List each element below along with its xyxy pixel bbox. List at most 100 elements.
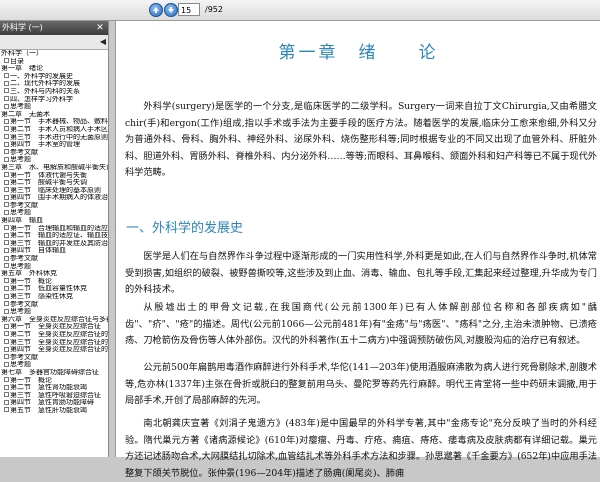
bookmark-item[interactable]: 第一节 概论 — [1, 377, 108, 385]
sidebar-toolbar: ◀ — [0, 35, 108, 50]
bookmark-label: 参考文献 — [10, 148, 38, 156]
bookmark-label: 第四节 围手术期病人的体液治疗 — [10, 194, 108, 202]
bookmark-item[interactable]: 第一节 手术器械、物品、敷料 — [1, 118, 108, 126]
bookmark-item[interactable]: 思考题 — [1, 308, 108, 316]
bookmark-page-icon — [4, 301, 9, 307]
bookmark-item[interactable]: 思考题 — [1, 156, 108, 164]
bookmark-item[interactable]: 一、外科学的发展史 — [1, 73, 108, 81]
bookmark-label: 第一章 绪论 — [1, 65, 43, 73]
bookmark-item[interactable]: 第七章 多器官功能障碍综合征 — [1, 369, 108, 377]
bookmark-item[interactable]: 第六章 全身炎症反应综合征与多器官 — [1, 316, 108, 324]
bookmark-item[interactable]: 第三章 水、电解质和酸碱平衡失调 — [1, 164, 108, 172]
collapse-sidebar-icon[interactable]: ◀ — [100, 37, 106, 47]
bookmark-item[interactable]: 第四节 手术室的管理 — [1, 141, 108, 149]
bookmark-item[interactable]: 第三节 临床处理的基本原则 — [1, 187, 108, 195]
bookmark-item[interactable]: 第四节 急性胃肠功能障碍 — [1, 399, 108, 407]
bookmark-item[interactable]: 外科学（一） — [1, 50, 108, 58]
bookmark-label: 第五节 急性肝功能衰竭 — [10, 406, 87, 414]
next-page-button[interactable] — [164, 3, 178, 17]
document-viewport: 第一章 绪 论 外科学(surgery)是医学的一个分支,是临床医学的二级学科。… — [109, 21, 600, 479]
bookmark-page-icon — [4, 278, 9, 284]
bookmark-page-icon — [4, 156, 9, 162]
body-paragraph: 从殷墟出土的甲骨文记载,在我国商代(公元前1300年)已有人体解剖部位名称和各部… — [125, 302, 597, 347]
bookmark-item[interactable]: 第四节 围手术期病人的体液治疗 — [1, 194, 108, 202]
bookmark-item[interactable]: 第三节 全身炎症反应综合征的 — [1, 339, 108, 347]
bookmark-item[interactable]: 参考文献 — [1, 202, 108, 210]
bookmark-item[interactable]: 第五章 外科休克 — [1, 270, 108, 278]
bookmark-item[interactable]: 第二节 低血容量性休克 — [1, 285, 108, 293]
bookmark-item[interactable]: 参考文献 — [1, 354, 108, 362]
bookmark-page-icon — [4, 80, 9, 86]
bookmark-item[interactable]: 第二节 急性肾功能衰竭 — [1, 384, 108, 392]
bookmark-label: 第三节 感染性休克 — [10, 293, 73, 300]
bookmark-item[interactable]: 目录 — [1, 58, 108, 66]
bookmark-label: 第四节 急性胃肠功能障碍 — [10, 399, 94, 407]
bookmark-item[interactable]: 第二节 酸碱平衡与失调 — [1, 179, 108, 187]
section-heading: 一、外科学的发展史 — [126, 221, 244, 236]
bookmark-label: 第一节 合理输血和输血的适应证 — [10, 224, 108, 232]
sidebar-header: 外科学 (一) ✕ — [0, 21, 108, 35]
bookmark-item[interactable]: 思考题 — [1, 103, 108, 111]
bookmark-page-icon — [4, 285, 9, 291]
bookmark-label: 第三节 全身炎症反应综合征的 — [10, 338, 108, 346]
bookmark-item[interactable]: 参考文献 — [1, 255, 108, 263]
body-paragraph: 南北朝龚庆宣著《刘涓子鬼遗方》(483年)是中国最早的外科学专著,其中"金疡专论… — [125, 418, 597, 479]
bookmark-item[interactable]: 二、现代外科学的发展 — [1, 80, 108, 88]
bookmark-page-icon — [4, 179, 9, 185]
bookmark-page-icon — [4, 134, 9, 140]
bookmark-item[interactable]: 参考文献 — [1, 301, 108, 309]
bookmark-label: 第二节 全身炎症反应综合征的 — [10, 330, 108, 338]
previous-page-button[interactable] — [149, 3, 163, 17]
document-page: 第一章 绪 论 外科学(surgery)是医学的一个分支,是临床医学的二级学科。… — [115, 21, 600, 479]
bookmark-page-icon — [4, 187, 9, 193]
close-icon[interactable]: ✕ — [95, 23, 105, 33]
bookmark-page-icon — [4, 96, 9, 102]
bookmark-page-icon — [4, 209, 9, 215]
bookmark-tree: 外科学（一） 目录 第一章 绪论 一、外科学的发展史 二、现代外科学的发展 三、外科与内科… — [0, 50, 108, 415]
bookmark-item[interactable]: 第四节 全身炎症反应综合征的 — [1, 346, 108, 354]
bookmark-item[interactable]: 第二章 无菌术 — [1, 111, 108, 119]
bookmark-item[interactable]: 思考题 — [1, 263, 108, 271]
bookmark-item[interactable]: 第一节 合理输血和输血的适应证 — [1, 225, 108, 233]
bookmark-label: 一、外科学的发展史 — [10, 72, 73, 80]
bookmark-item[interactable]: 第三节 急性呼吸窘迫综合征 — [1, 392, 108, 400]
bookmark-item[interactable]: 四、怎样学习外科学 — [1, 96, 108, 104]
bookmark-item[interactable]: 第一节 概论 — [1, 278, 108, 286]
bookmark-label: 参考文献 — [10, 353, 38, 361]
bookmark-item[interactable]: 第三节 输血的并发症及其防治 — [1, 240, 108, 248]
bookmark-item[interactable]: 第三节 手术进行中的无菌原则 — [1, 134, 108, 142]
bookmark-item[interactable]: 第四章 输血 — [1, 217, 108, 225]
bookmark-label: 参考文献 — [10, 255, 38, 263]
bookmark-label: 第二章 无菌术 — [1, 110, 50, 118]
bookmark-item[interactable]: 第二节 输血的适应证、输血技术 — [1, 232, 108, 240]
total-pages: 952 — [207, 5, 223, 14]
bookmark-item[interactable]: 思考题 — [1, 361, 108, 369]
bookmark-label: 参考文献 — [10, 201, 38, 209]
bookmark-item[interactable]: 第一章 绪论 — [1, 65, 108, 73]
bookmark-label: 三、外科与内科的关系 — [10, 87, 80, 95]
bookmark-label: 第三节 急性呼吸窘迫综合征 — [10, 391, 101, 399]
bookmark-page-icon — [4, 103, 9, 109]
bookmark-label: 第一节 体液代谢与失衡 — [10, 171, 87, 179]
bookmark-label: 思考题 — [10, 103, 31, 111]
body-paragraph: 医学是人们在与自然界作斗争过程中逐渐形成的一门实用性科学,外科更是如此,在人们与… — [125, 251, 597, 296]
bookmark-item[interactable]: 第一节 体液代谢与失衡 — [1, 172, 108, 180]
bookmark-item[interactable]: 参考文献 — [1, 149, 108, 157]
bookmark-page-icon — [4, 202, 9, 208]
bookmark-item[interactable]: 第一节 全身炎症反应综合征 — [1, 323, 108, 331]
bookmark-item[interactable]: 第二节 全身炎症反应综合征的 — [1, 331, 108, 339]
bookmark-label: 第一节 概论 — [10, 277, 52, 285]
page-number-input[interactable]: 15 — [178, 3, 200, 16]
bookmark-label: 第二节 手术人员和病人手术区域 — [10, 125, 108, 133]
bookmark-item[interactable]: 第四节 自体输血 — [1, 247, 108, 255]
bookmark-page-icon — [4, 118, 9, 124]
bookmark-label: 思考题 — [10, 156, 31, 164]
bookmark-item[interactable]: 第五节 急性肝功能衰竭 — [1, 407, 108, 415]
arrow-down-icon — [168, 7, 174, 13]
bookmark-label: 思考题 — [10, 361, 31, 369]
bookmark-item[interactable]: 第三节 感染性休克 — [1, 293, 108, 301]
bookmark-item[interactable]: 三、外科与内科的关系 — [1, 88, 108, 96]
bookmark-item[interactable]: 第二节 手术人员和病人手术区域 — [1, 126, 108, 134]
page-total: /952 — [205, 5, 223, 14]
bookmark-item[interactable]: 思考题 — [1, 209, 108, 217]
